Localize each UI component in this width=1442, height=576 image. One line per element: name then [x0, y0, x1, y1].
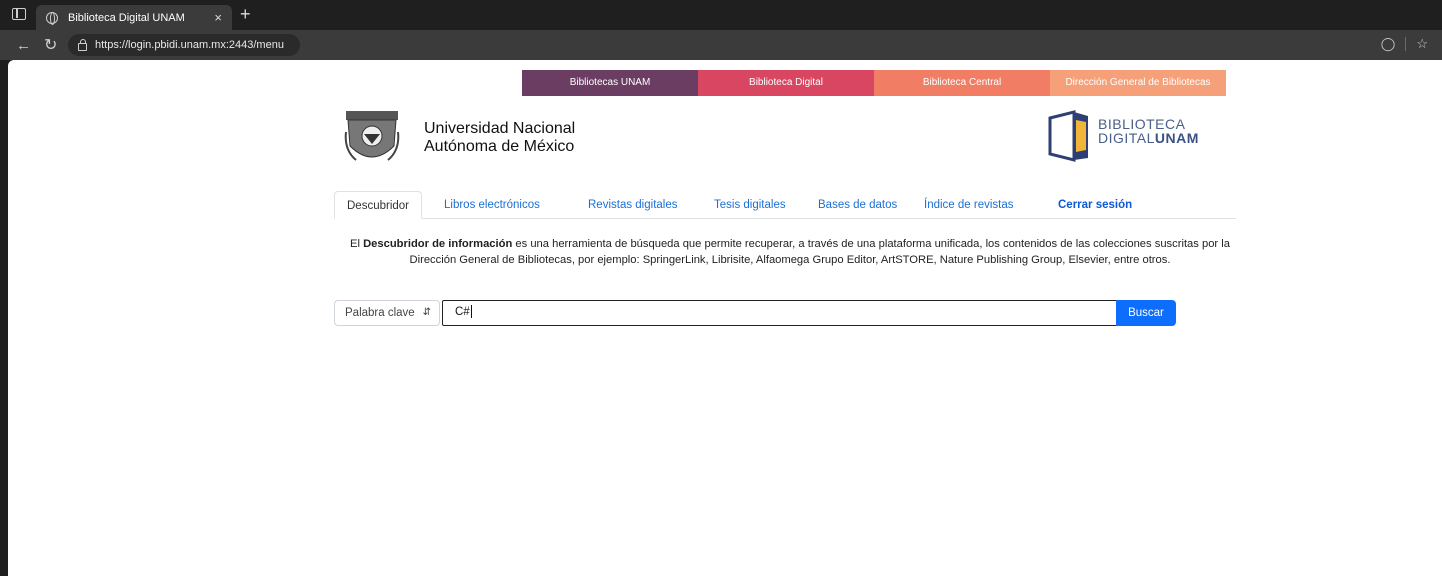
browser-tab[interactable]: Biblioteca Digital UNAM ×	[36, 5, 232, 30]
unam-title-line2: Autónoma de México	[424, 138, 575, 155]
reload-icon[interactable]: ↻	[44, 35, 57, 55]
search-query: C#	[455, 306, 470, 318]
nav-tabs: Descubridor Libros electrónicos Revistas…	[334, 191, 1236, 219]
reader-icon[interactable]: ◯	[1381, 36, 1396, 52]
back-arrow-icon[interactable]: ←	[16, 37, 31, 54]
tab-title: Biblioteca Digital UNAM	[68, 11, 185, 24]
lock-icon	[78, 38, 87, 51]
tab-descubridor[interactable]: Descubridor	[334, 191, 422, 219]
bd-logo-unam: UNAM	[1154, 130, 1199, 146]
favorite-star-icon[interactable]: ☆	[1416, 36, 1428, 52]
description-rest: es una herramienta de búsqueda que permi…	[409, 238, 1230, 266]
search-field-value: Palabra clave	[345, 307, 415, 319]
tab-cerrar-sesion[interactable]: Cerrar sesión	[1046, 191, 1144, 219]
top-link-biblioteca-central[interactable]: Biblioteca Central	[874, 70, 1050, 96]
bd-logo-digital: DIGITAL	[1098, 130, 1155, 146]
unam-title-line1: Universidad Nacional	[424, 120, 576, 137]
globe-icon	[46, 11, 58, 25]
top-links-strip: Bibliotecas UNAM Biblioteca Digital Bibl…	[522, 70, 1226, 96]
tab-revistas-digitales[interactable]: Revistas digitales	[576, 191, 689, 219]
search-form: Palabra clave ⇵ C# Buscar	[334, 300, 1176, 326]
sidebar-toggle-icon[interactable]	[12, 8, 26, 20]
tab-bases-de-datos[interactable]: Bases de datos	[806, 191, 909, 219]
unam-shield-logo[interactable]	[344, 110, 400, 168]
top-link-direccion-general[interactable]: Dirección General de Bibliotecas	[1050, 70, 1226, 96]
text-cursor	[470, 305, 472, 319]
descubridor-description: El Descubridor de información es una her…	[344, 236, 1236, 268]
url-field[interactable]: https://login.pbidi.unam.mx:2443/menu	[68, 34, 300, 56]
search-field-select[interactable]: Palabra clave ⇵	[334, 300, 440, 326]
address-bar: ← ↻ https://login.pbidi.unam.mx:2443/men…	[0, 30, 1442, 60]
tab-libros-electronicos[interactable]: Libros electrónicos	[432, 191, 552, 219]
tab-indice-de-revistas[interactable]: Índice de revistas	[912, 191, 1026, 219]
page-viewport: Bibliotecas UNAM Biblioteca Digital Bibl…	[8, 60, 1442, 576]
unam-title: Universidad Nacional Autónoma de México	[424, 120, 575, 156]
browser-tab-bar: Biblioteca Digital UNAM × +	[0, 0, 1442, 30]
address-bar-actions: ◯ ☆	[1381, 36, 1428, 52]
select-caret-icon: ⇵	[422, 307, 431, 318]
url-text: https://login.pbidi.unam.mx:2443/menu	[95, 39, 284, 51]
top-link-biblioteca-digital[interactable]: Biblioteca Digital	[698, 70, 874, 96]
description-prefix: El	[350, 238, 364, 250]
close-tab-icon[interactable]: ×	[214, 10, 222, 25]
bd-logo-line2: DIGITALUNAM	[1098, 130, 1199, 146]
new-tab-icon[interactable]: +	[240, 5, 251, 23]
description-bold: Descubridor de información	[363, 238, 513, 250]
search-input[interactable]: C#	[442, 300, 1118, 326]
divider	[1405, 37, 1407, 51]
tab-tesis-digitales[interactable]: Tesis digitales	[702, 191, 798, 219]
top-link-bibliotecas-unam[interactable]: Bibliotecas UNAM	[522, 70, 698, 96]
search-button[interactable]: Buscar	[1116, 300, 1176, 326]
